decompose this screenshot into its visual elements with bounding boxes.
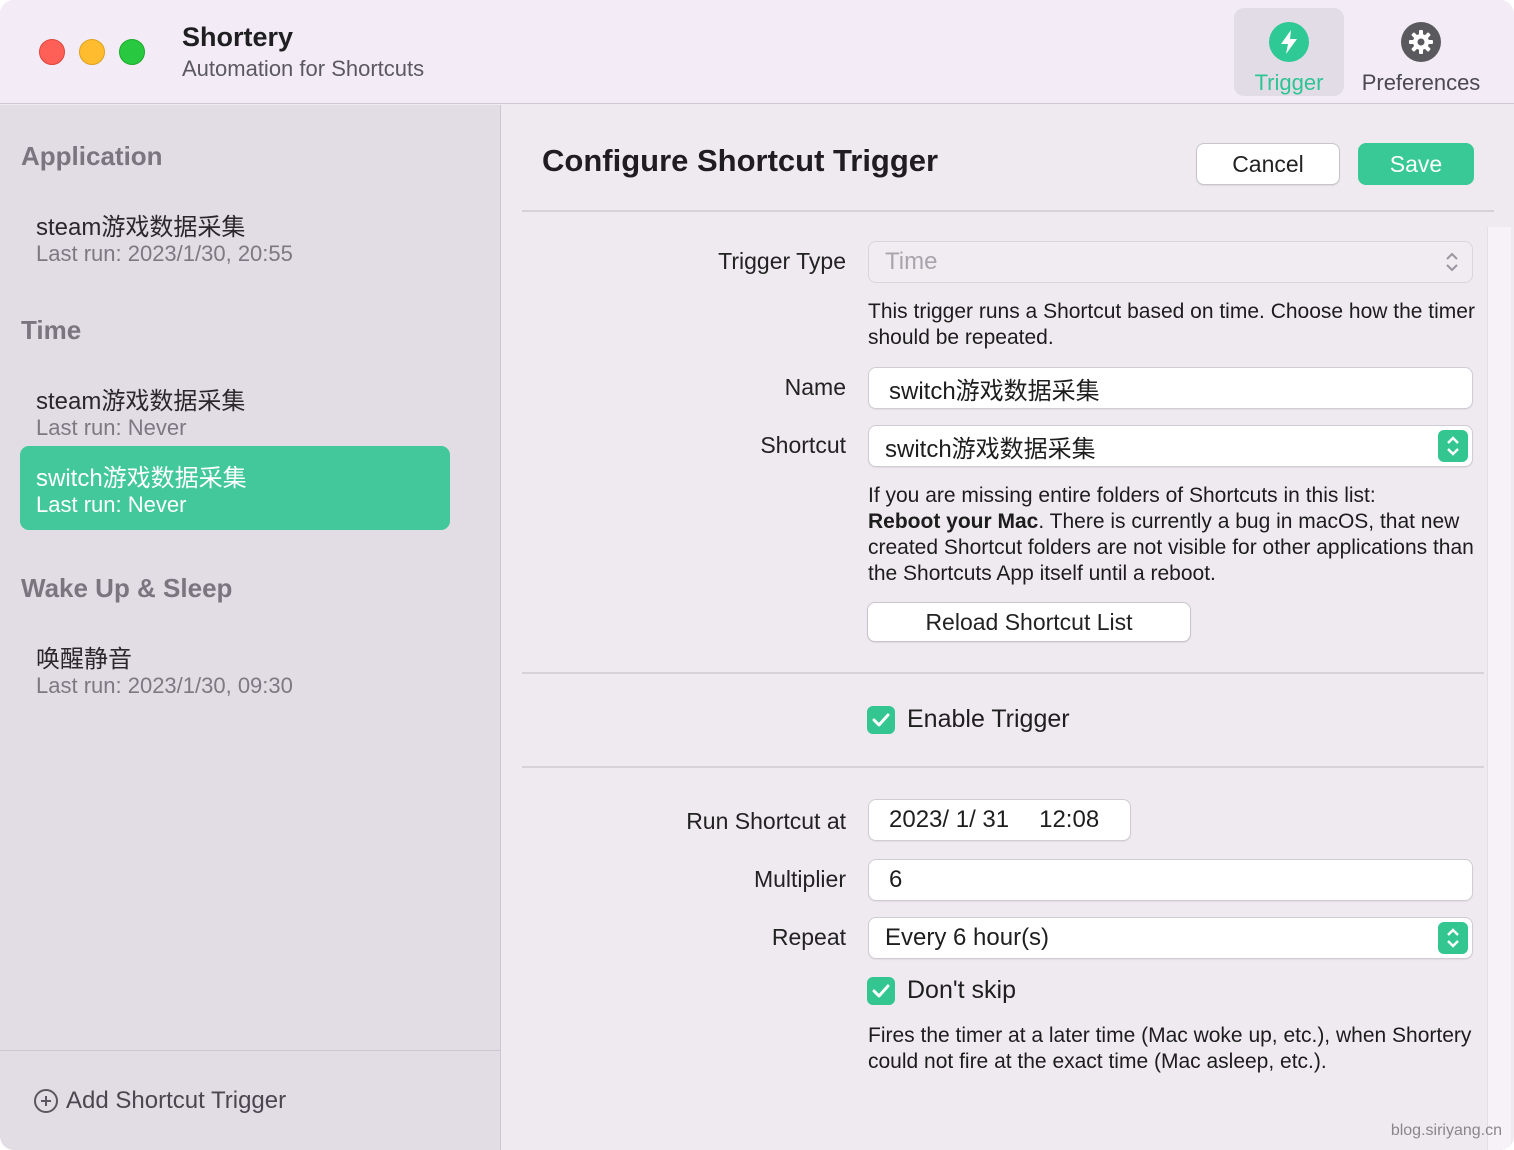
app-subtitle: Automation for Shortcuts: [182, 56, 425, 81]
checkmark-icon: [867, 976, 895, 1005]
save-button[interactable]: Save: [1358, 143, 1474, 185]
multiplier-value: 6: [889, 866, 903, 893]
section-heading-wake-sleep: Wake Up & Sleep: [21, 573, 233, 603]
updown-chevron-icon: [1438, 430, 1468, 462]
main-panel: Configure Shortcut Trigger Cancel Save T…: [502, 105, 1514, 1150]
add-shortcut-trigger-label: Add Shortcut Trigger: [66, 1087, 287, 1114]
shortcut-help-bold: Reboot your Mac: [868, 510, 1039, 533]
sidebar-item-name: steam游戏数据采集: [36, 214, 246, 241]
divider: [522, 766, 1484, 768]
sidebar-item[interactable]: 唤醒静音 Last run: 2023/1/30, 09:30: [20, 627, 450, 711]
add-shortcut-trigger-button[interactable]: Add Shortcut Trigger: [34, 1087, 286, 1115]
shortcut-value: switch游戏数据采集: [885, 435, 1096, 463]
plus-circle-icon: [34, 1089, 58, 1113]
sidebar-item-last-run: Last run: Never: [36, 492, 187, 517]
app-title: Shortery: [182, 22, 294, 52]
gear-icon: [1401, 22, 1441, 62]
bolt-icon: [1269, 22, 1309, 62]
trigger-type-select[interactable]: Time: [868, 241, 1473, 283]
trigger-type-help: This trigger runs a Shortcut based on ti…: [868, 300, 1475, 349]
updown-chevron-icon: [1438, 922, 1468, 954]
multiplier-label: Multiplier: [753, 866, 846, 892]
sidebar-item-last-run: Last run: 2023/1/30, 09:30: [36, 673, 293, 698]
enable-trigger-label: Enable Trigger: [907, 705, 1070, 733]
minimize-window-button[interactable]: [79, 39, 105, 65]
sidebar-item-last-run: Last run: Never: [36, 415, 187, 440]
sidebar-item-name: switch游戏数据采集: [36, 465, 247, 492]
run-at-date[interactable]: 2023/ 1/ 31: [889, 806, 1009, 834]
run-at-datetime-picker[interactable]: 2023/ 1/ 31 12:08: [868, 799, 1131, 841]
zoom-window-button[interactable]: [119, 39, 145, 65]
scrollbar[interactable]: [1487, 227, 1511, 1150]
sidebar-item-name: 唤醒静音: [36, 646, 132, 673]
titlebar: Shortery Automation for Shortcuts Trigge…: [0, 0, 1514, 104]
section-heading-time: Time: [21, 315, 82, 345]
checkmark-icon: [867, 705, 895, 734]
toolbar-trigger-label: Trigger: [1254, 70, 1324, 95]
trigger-type-value: Time: [885, 248, 938, 275]
divider: [522, 672, 1484, 674]
repeat-label: Repeat: [771, 924, 846, 950]
trigger-type-label: Trigger Type: [718, 248, 846, 274]
sidebar-item[interactable]: steam游戏数据采集 Last run: Never: [20, 369, 450, 453]
toolbar-preferences-label: Preferences: [1361, 70, 1481, 95]
dont-skip-help: Fires the timer at a later time (Mac wok…: [868, 1024, 1472, 1073]
toolbar-preferences-tab[interactable]: Preferences: [1352, 8, 1490, 96]
sidebar-item-name: steam游戏数据采集: [36, 388, 246, 415]
shortcut-label: Shortcut: [760, 432, 846, 458]
name-input[interactable]: switch游戏数据采集: [868, 367, 1473, 409]
divider: [522, 210, 1494, 212]
sidebar-footer: Add Shortcut Trigger: [0, 1050, 500, 1150]
dont-skip-label: Don't skip: [907, 976, 1016, 1004]
name-label: Name: [784, 374, 846, 400]
cancel-button[interactable]: Cancel: [1196, 143, 1340, 185]
updown-chevron-icon: [1446, 252, 1458, 272]
sidebar: Application steam游戏数据采集 Last run: 2023/1…: [0, 105, 501, 1150]
reload-shortcut-list-button[interactable]: Reload Shortcut List: [867, 602, 1191, 642]
watermark: blog.siriyang.cn: [1390, 1122, 1502, 1139]
close-window-button[interactable]: [39, 39, 65, 65]
toolbar-trigger-tab[interactable]: Trigger: [1234, 8, 1344, 96]
run-at-time[interactable]: 12:08: [1039, 806, 1099, 834]
multiplier-input[interactable]: 6: [868, 859, 1473, 901]
shortcut-help: If you are missing entire folders of Sho…: [868, 483, 1488, 587]
dont-skip-checkbox[interactable]: Don't skip: [867, 976, 1016, 1005]
sidebar-item-last-run: Last run: 2023/1/30, 20:55: [36, 241, 293, 266]
run-at-label: Run Shortcut at: [686, 808, 846, 834]
name-value: switch游戏数据采集: [889, 377, 1100, 405]
repeat-select[interactable]: Every 6 hour(s): [868, 917, 1473, 959]
app-window: Shortery Automation for Shortcuts Trigge…: [0, 0, 1514, 1150]
section-heading-application: Application: [21, 141, 163, 171]
repeat-value: Every 6 hour(s): [885, 924, 1050, 951]
sidebar-item-selected[interactable]: switch游戏数据采集 Last run: Never: [20, 446, 450, 530]
page-title: Configure Shortcut Trigger: [542, 143, 939, 178]
shortcut-help-line1: If you are missing entire folders of Sho…: [868, 484, 1376, 507]
sidebar-item[interactable]: steam游戏数据采集 Last run: 2023/1/30, 20:55: [20, 195, 450, 279]
enable-trigger-checkbox[interactable]: Enable Trigger: [867, 705, 1070, 734]
shortcut-select[interactable]: switch游戏数据采集: [868, 425, 1473, 467]
